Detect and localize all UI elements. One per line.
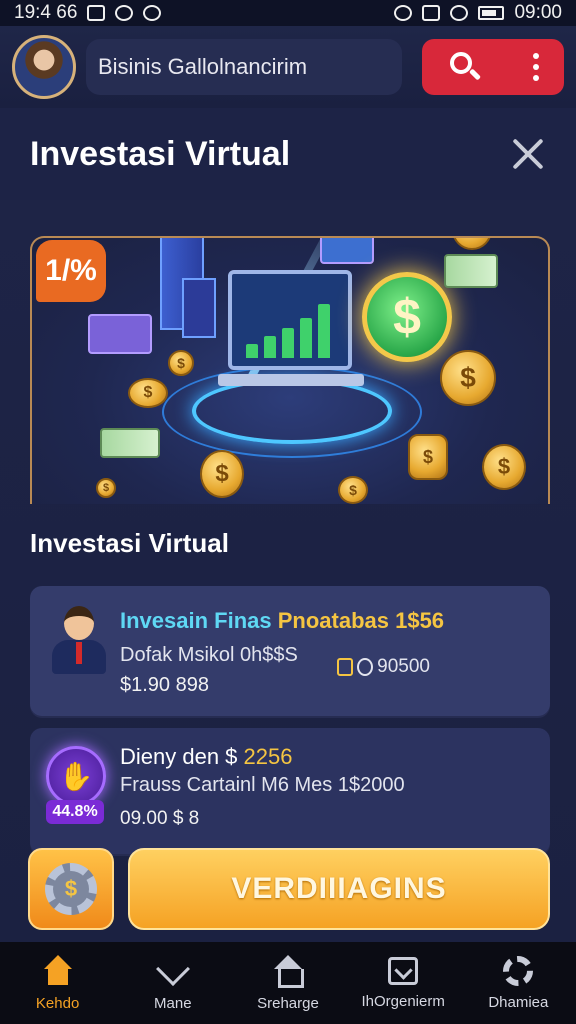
- gear-icon: $: [45, 863, 97, 915]
- bluetooth-icon: [394, 5, 413, 21]
- card-title-primary: Dieny den $: [120, 744, 244, 769]
- card-subtitle: Dofak Msikol 0h$$S: [120, 644, 298, 666]
- card-title-highlight: 2256: [243, 744, 293, 769]
- laptop-chart-icon: [228, 270, 352, 370]
- card-subtitle: Frauss Cartainl M6 Mes 1$2000: [120, 774, 405, 796]
- coin-icon: $: [200, 450, 244, 498]
- status-time-right: 09:00: [514, 2, 562, 23]
- card-title: Invesain Finas Pnoatabas 1$56: [120, 608, 444, 634]
- coin-icon: $: [482, 444, 526, 490]
- halo-ring: [192, 378, 392, 444]
- coin-icon: $: [128, 378, 168, 408]
- coin-icon: $: [338, 476, 368, 504]
- status-left: 19:4 66: [14, 2, 162, 24]
- home-outline-icon: [271, 954, 305, 988]
- bottom-nav: Kehdo Mane Sreharge IhOrgenierm Dhamiea: [0, 942, 576, 1024]
- investment-card[interactable]: Invesain Finas Pnoatabas 1$56 Dofak Msik…: [30, 586, 550, 716]
- hand-icon: ✋: [46, 746, 106, 806]
- notification-icon: [87, 5, 106, 21]
- card-side-info: 90500: [337, 656, 430, 678]
- card-title-primary: Invesain Finas: [120, 608, 278, 633]
- nav-item-favorites[interactable]: Mane: [118, 951, 228, 1012]
- section-title: Investasi Virtual: [30, 528, 229, 558]
- location-icon: [143, 5, 162, 21]
- card-title-highlight: Pnoatabas 1$56: [277, 608, 445, 633]
- settings-button[interactable]: $: [28, 848, 114, 930]
- card-value: $1.90 898: [120, 674, 209, 696]
- clock-icon: [357, 658, 374, 676]
- search-icon[interactable]: [448, 50, 482, 84]
- coin-icon: $: [440, 350, 496, 406]
- app-header: Bisinis Gallolnancirim: [0, 26, 576, 108]
- dollar-icon: $: [362, 272, 452, 362]
- primary-action-button[interactable]: VERDIIIAGINS: [128, 848, 550, 930]
- investment-panel: Investasi Virtual 1/% $ $ $ $ $ $ $ $ $ …: [0, 108, 576, 942]
- nav-label: IhOrgenierm: [361, 992, 445, 1010]
- mute-icon: [422, 5, 441, 21]
- home-icon: [41, 954, 75, 987]
- status-time-left: 19:4 66: [14, 2, 78, 23]
- nav-item-home[interactable]: Kehdo: [3, 954, 113, 1012]
- percent-chip: 44.8%: [46, 800, 104, 824]
- laptop-base: [218, 374, 364, 386]
- inbox-icon: [388, 956, 419, 985]
- more-vertical-icon[interactable]: [532, 53, 539, 81]
- card-value: 09.00 $ 8: [120, 808, 200, 829]
- nav-item-settings[interactable]: Dhamiea: [463, 955, 573, 1011]
- nav-label: Mane: [154, 994, 192, 1012]
- panel-header: Investasi Virtual: [0, 108, 576, 200]
- status-right: 09:00: [394, 2, 562, 24]
- nav-item-store[interactable]: Sreharge: [233, 954, 343, 1012]
- investor-avatar-icon: [50, 606, 108, 674]
- coin-icon: $: [96, 478, 116, 498]
- banknote-icon: [100, 428, 160, 458]
- status-bar: 19:4 66 09:00: [0, 0, 576, 26]
- heart-icon: [155, 951, 190, 987]
- wallet-icon: [337, 658, 354, 676]
- close-icon[interactable]: [510, 136, 546, 172]
- building-icon: [182, 278, 216, 338]
- search-text: Bisinis Gallolnancirim: [98, 54, 308, 79]
- coin-icon: $: [168, 350, 194, 376]
- credit-card-icon: [320, 238, 374, 264]
- camera-icon: [115, 5, 134, 21]
- card-side-value: 90500: [377, 656, 430, 677]
- investment-card[interactable]: ✋ 44.8% Dieny den $ 2256 Frauss Cartainl…: [30, 728, 550, 854]
- header-actions: [422, 39, 564, 95]
- wifi-icon: [450, 5, 469, 21]
- coin-stack-icon: $: [408, 434, 448, 480]
- percent-badge: 1/%: [36, 240, 106, 302]
- credit-card-icon: [88, 314, 152, 354]
- settings-icon: [503, 955, 534, 986]
- coin-icon: $: [452, 238, 492, 250]
- nav-label: Kehdo: [35, 994, 80, 1012]
- panel-title: Investasi Virtual: [30, 134, 291, 173]
- nav-label: Dhamiea: [488, 993, 549, 1011]
- search-bar[interactable]: Bisinis Gallolnancirim: [86, 39, 402, 95]
- avatar[interactable]: [12, 35, 76, 99]
- battery-icon: [478, 6, 505, 20]
- hero-illustration: 1/% $ $ $ $ $ $ $ $ $ $: [30, 236, 550, 504]
- nav-item-inbox[interactable]: IhOrgenierm: [348, 956, 458, 1010]
- card-title: Dieny den $ 2256: [120, 744, 292, 770]
- nav-label: Sreharge: [257, 994, 319, 1012]
- banknote-icon: [444, 254, 498, 288]
